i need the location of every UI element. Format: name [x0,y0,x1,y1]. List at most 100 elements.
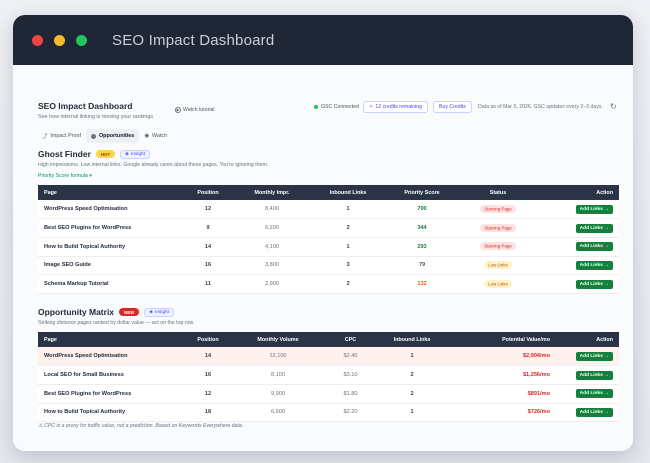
tab-impact-proof[interactable]: ⤴ Impact Proof [37,129,86,143]
priority-score-value: 700 [385,200,459,220]
col-position[interactable]: Position [183,185,233,200]
impressions-value: 6,200 [233,218,311,238]
status-cell: Low Links [459,274,537,294]
table-row: How to Build Topical Authority 18 6,600 $2.… [38,403,619,423]
status-badge: Starving Page [480,223,516,232]
inbound-links-value: 2 [378,384,446,404]
add-links-button[interactable]: Add Links → [575,351,613,361]
action-cell: Add Links → [556,384,619,404]
cpc-value: $2.20 [323,403,378,423]
page-name[interactable]: Best SEO Plugins for WordPress [38,218,183,238]
add-links-button[interactable]: Add Links → [575,260,613,270]
bulb-icon: ◈ [125,151,129,157]
status-cell: Starving Page [459,200,537,220]
table-row: Best SEO Plugins for WordPress 12 9,900 $1.… [38,384,619,404]
position-value: 14 [183,347,233,367]
ghost-finder-table: Page Position Monthly Impr. Inbound Link… [38,185,619,294]
page-name[interactable]: How to Build Topical Authority [38,403,183,423]
opportunity-matrix-title: Opportunity Matrix NEW ◈ Insight [38,307,175,317]
page-name[interactable]: WordPress Speed Optimisation [38,200,183,220]
potential-value: $1,256/mo [446,365,556,385]
page-name[interactable]: Best SEO Plugins for WordPress [38,384,183,404]
priority-score-value: 132 [385,274,459,294]
table-row: How to Build Topical Authority 14 4,100 1 29… [38,237,619,257]
opportunity-matrix-rows: WordPress Speed Optimisation 14 12,100 $2.4… [38,347,619,423]
volume-value: 12,100 [233,347,323,367]
col-potential-value[interactable]: Potential Value/mo [446,332,556,347]
col-page[interactable]: Page [38,332,183,347]
trend-icon: ⤴ [42,134,48,140]
add-links-button[interactable]: Add Links → [575,370,613,380]
potential-value: $726/mo [446,403,556,423]
minimize-window-button[interactable] [54,34,65,46]
new-badge: NEW [119,308,140,316]
col-priority-score[interactable]: Priority Score [385,185,459,200]
eye-icon: ◉ [144,133,150,139]
credits-badge[interactable]: ✧ 12 credits remaining [363,101,429,113]
col-monthly-volume[interactable]: Monthly Volume [233,332,323,347]
tab-label: Impact Proof [50,133,81,139]
view-tabs: ⤴ Impact Proof Opportunities ◉ Watch [37,129,172,143]
col-action: Action [556,332,619,347]
maximize-window-button[interactable] [76,34,87,46]
buy-credits-button[interactable]: Buy Credits [433,101,472,113]
action-cell: Add Links → [556,403,619,423]
add-links-button[interactable]: Add Links → [575,279,613,289]
action-cell: Add Links → [537,274,619,294]
position-value: 16 [183,365,233,385]
page-name[interactable]: Local SEO for Small Business [38,365,183,385]
page-name[interactable]: Schema Markup Tutorial [38,274,183,294]
play-icon: ▶ [175,107,181,113]
add-links-button[interactable]: Add Links → [575,223,613,233]
page-name[interactable]: WordPress Speed Optimisation [38,347,183,367]
data-freshness-note: Data as of Mar 5, 2026. GSC updates ever… [478,104,603,110]
ghost-finder-description: High impressions. Low internal links. Go… [38,162,269,168]
impressions-value: 8,400 [233,200,311,220]
priority-score-value: 79 [385,256,459,276]
add-links-button[interactable]: Add Links → [575,389,613,399]
page-name[interactable]: How to Build Topical Authority [38,237,183,257]
page-name[interactable]: Image SEO Guide [38,256,183,276]
inbound-links-value: 2 [311,218,385,238]
table-row: Best SEO Plugins for WordPress 9 6,200 2 344… [38,218,619,238]
priority-score-formula-toggle[interactable]: Priority Score formula ▾ [38,173,92,179]
ghost-finder-title: Ghost Finder HOT ◈ Insight [38,149,151,159]
tab-opportunities[interactable]: Opportunities [85,129,140,143]
gsc-status: GSC Connected [314,104,359,110]
status-cell: Starving Page [459,237,537,257]
status-badge: Starving Page [480,242,516,251]
col-status[interactable]: Status [459,185,537,200]
close-window-button[interactable] [32,34,43,46]
watch-tutorial-link[interactable]: ▶ Watch tutorial [175,107,215,113]
refresh-icon[interactable]: ↻ [610,102,617,111]
tab-watch[interactable]: ◉ Watch [139,129,172,143]
potential-value: $891/mo [446,384,556,404]
insight-button[interactable]: ◈ Insight [120,149,151,159]
cpc-value: $1.80 [323,384,378,404]
col-inbound-links[interactable]: Inbound Links [311,185,385,200]
add-links-button[interactable]: Add Links → [575,242,613,252]
inbound-links-value: 2 [311,274,385,294]
col-impressions[interactable]: Monthly Impr. [233,185,311,200]
cpc-footnote: ⚠ CPC is a proxy for traffic value, not … [38,423,244,429]
insight-button[interactable]: ◈ Insight [144,307,175,317]
col-action: Action [537,185,619,200]
add-links-button[interactable]: Add Links → [575,204,613,214]
tab-label: Watch [152,133,168,139]
ghost-finder-rows: WordPress Speed Optimisation 12 8,400 1 700 S… [38,200,619,294]
opportunity-matrix-description: Striking distance pages ranked by dollar… [38,320,195,326]
table-row: Image SEO Guide 16 3,800 3 79 Low Links Add Li… [38,256,619,276]
col-inbound-links[interactable]: Inbound Links [378,332,446,347]
col-position[interactable]: Position [183,332,233,347]
col-page[interactable]: Page [38,185,183,200]
page-subtitle: See how internal linking is moving your … [38,114,154,120]
cpc-value: $3.10 [323,365,378,385]
priority-score-value: 344 [385,218,459,238]
add-links-button[interactable]: Add Links → [575,407,613,417]
app-window: SEO Impact Dashboard SEO Impact Dashboar… [13,15,633,451]
action-cell: Add Links → [537,256,619,276]
cpc-value: $2.40 [323,347,378,367]
status-cell: Low Links [459,256,537,276]
col-cpc[interactable]: CPC [323,332,378,347]
credits-label: 12 credits remaining [375,104,423,110]
